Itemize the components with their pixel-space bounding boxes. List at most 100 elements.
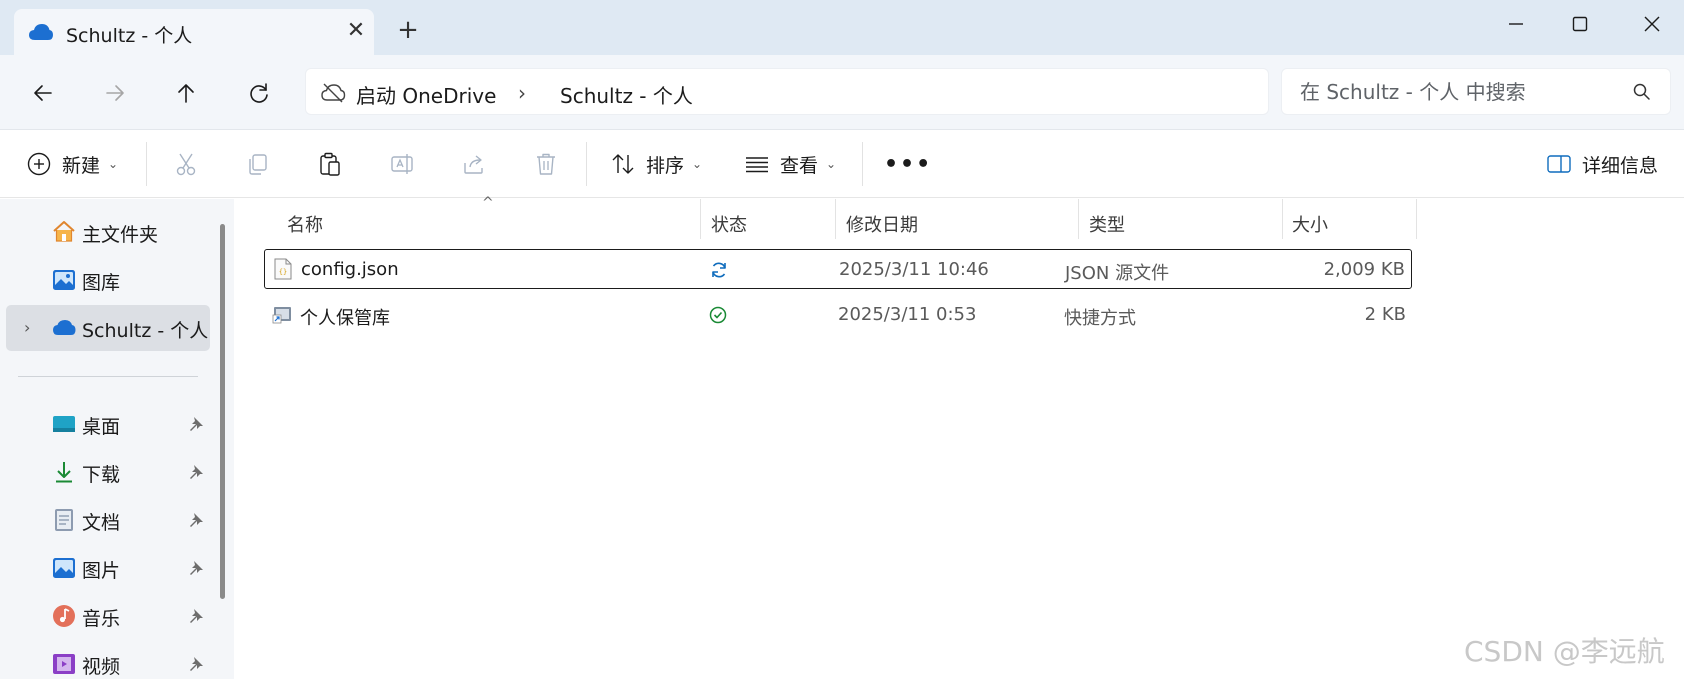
shortcut-icon	[272, 307, 291, 324]
sidebar-item-videos[interactable]: 视频	[6, 641, 210, 679]
expand-chevron-icon[interactable]: ›	[24, 318, 30, 337]
tab-close-icon[interactable]: ✕	[344, 19, 368, 43]
column-header-status[interactable]: 状态	[711, 211, 747, 237]
gallery-icon	[53, 270, 75, 290]
cut-button[interactable]	[173, 148, 199, 180]
back-icon[interactable]	[27, 77, 59, 109]
pin-icon[interactable]	[188, 464, 204, 480]
file-list: ^ 名称 状态 修改日期 类型 大小 {} config.json 2025/3…	[236, 195, 1684, 679]
sidebar-scrollbar[interactable]	[220, 224, 225, 599]
sidebar-item-documents[interactable]: 文档	[6, 497, 210, 543]
details-pane-icon	[1547, 155, 1571, 173]
sort-label: 排序	[646, 154, 685, 177]
sidebar-label: 文档	[82, 512, 121, 534]
sidebar-item-downloads[interactable]: 下载	[6, 449, 210, 495]
file-name: 个人保管库	[300, 308, 390, 329]
sidebar-item-pictures[interactable]: 图片	[6, 545, 210, 591]
column-header-modified[interactable]: 修改日期	[846, 211, 918, 237]
pin-icon[interactable]	[188, 608, 204, 624]
view-label: 查看	[780, 154, 819, 177]
sidebar-label: 下载	[82, 464, 121, 486]
tab-schultz[interactable]: Schultz - 个人 ✕	[14, 9, 374, 55]
table-row[interactable]: {} config.json 2025/3/11 10:46 JSON 源文件 …	[264, 249, 1412, 289]
command-bar: 新建 ⌄ 排序 ⌄ 查看 ⌄ ••• 详细信息	[0, 130, 1684, 198]
navigation-bar: 启动 OneDrive › Schultz - 个人	[0, 55, 1684, 130]
delete-button[interactable]	[533, 148, 559, 180]
paste-button[interactable]	[317, 148, 343, 180]
more-options-icon[interactable]: •••	[884, 148, 932, 180]
file-size: 2,009 KB	[1323, 259, 1405, 280]
sidebar-item-home[interactable]: 主文件夹	[6, 209, 210, 255]
onedrive-icon	[29, 24, 53, 40]
pin-icon[interactable]	[188, 656, 204, 672]
column-divider[interactable]	[1078, 199, 1079, 239]
add-circle-icon	[27, 152, 51, 176]
details-pane-button[interactable]: 详细信息	[1546, 148, 1658, 180]
chevron-down-icon: ⌄	[108, 157, 119, 171]
svg-text:{}: {}	[279, 268, 287, 276]
command-separator	[586, 142, 587, 186]
column-header-name[interactable]: 名称	[287, 211, 323, 237]
file-name: config.json	[301, 259, 399, 280]
sidebar-label: 视频	[82, 656, 121, 678]
up-icon[interactable]	[170, 77, 202, 109]
sidebar-item-onedrive[interactable]: › Schultz - 个人	[6, 305, 210, 351]
view-button[interactable]: 查看 ⌄	[744, 148, 836, 180]
pin-icon[interactable]	[188, 560, 204, 576]
command-separator	[862, 142, 863, 186]
sidebar-item-gallery[interactable]: 图库	[6, 257, 210, 303]
minimize-icon[interactable]	[1500, 8, 1532, 40]
music-icon	[53, 605, 75, 627]
column-divider[interactable]	[1282, 199, 1283, 239]
search-input[interactable]	[1300, 79, 1620, 105]
address-bar[interactable]: 启动 OneDrive › Schultz - 个人	[305, 68, 1269, 115]
cut-icon	[176, 153, 196, 176]
search-icon[interactable]	[1632, 82, 1652, 102]
file-type: 快捷方式	[1064, 308, 1136, 329]
file-type: JSON 源文件	[1065, 263, 1170, 284]
json-file-icon: {}	[274, 258, 292, 280]
desktop-icon	[53, 416, 75, 432]
maximize-icon[interactable]	[1564, 8, 1596, 40]
navigation-pane: 主文件夹 图库 › Schultz - 个人 桌面 下载 文档 图片 音乐 视频	[0, 199, 234, 679]
sidebar-item-desktop[interactable]: 桌面	[6, 401, 210, 447]
sidebar-label: 图片	[82, 560, 121, 582]
forward-icon[interactable]	[99, 77, 131, 109]
sidebar-divider	[18, 376, 198, 377]
chevron-down-icon: ⌄	[826, 157, 837, 171]
sync-pending-icon	[712, 262, 726, 278]
new-button[interactable]: 新建 ⌄	[26, 148, 118, 180]
sort-button[interactable]: 排序 ⌄	[610, 148, 702, 180]
sidebar-item-music[interactable]: 音乐	[6, 593, 210, 639]
new-tab-button[interactable]: +	[396, 17, 420, 43]
file-modified: 2025/3/11 0:53	[838, 304, 977, 325]
sidebar-label: 图库	[82, 272, 121, 294]
sidebar-label: 音乐	[82, 608, 121, 630]
refresh-icon[interactable]	[243, 77, 275, 109]
column-header-type[interactable]: 类型	[1089, 211, 1125, 237]
breadcrumb-schultz[interactable]: Schultz - 个人	[560, 80, 693, 109]
home-icon	[53, 221, 75, 242]
documents-icon	[55, 509, 73, 531]
copy-button[interactable]	[245, 148, 271, 180]
breadcrumb-chevron-icon[interactable]: ›	[518, 81, 526, 105]
sidebar-label: Schultz - 个人	[82, 320, 209, 342]
pictures-icon	[53, 558, 75, 578]
pin-icon[interactable]	[188, 512, 204, 528]
close-window-icon[interactable]	[1636, 8, 1668, 40]
column-header-size[interactable]: 大小	[1292, 211, 1328, 237]
column-divider[interactable]	[700, 199, 701, 239]
breadcrumb-onedrive[interactable]: 启动 OneDrive	[356, 80, 496, 109]
search-box[interactable]	[1281, 68, 1671, 115]
cloud-offline-icon	[321, 83, 346, 103]
share-button[interactable]	[461, 148, 487, 180]
title-bar: Schultz - 个人 ✕ +	[0, 0, 1684, 55]
pin-icon[interactable]	[188, 416, 204, 432]
tab-title: Schultz - 个人	[66, 25, 193, 47]
rename-button[interactable]	[389, 148, 415, 180]
column-divider[interactable]	[1416, 199, 1417, 239]
column-divider[interactable]	[835, 199, 836, 239]
view-list-icon	[746, 157, 768, 173]
sidebar-label: 桌面	[82, 416, 121, 438]
table-row[interactable]: 个人保管库 2025/3/11 0:53 快捷方式 2 KB	[264, 295, 1412, 335]
